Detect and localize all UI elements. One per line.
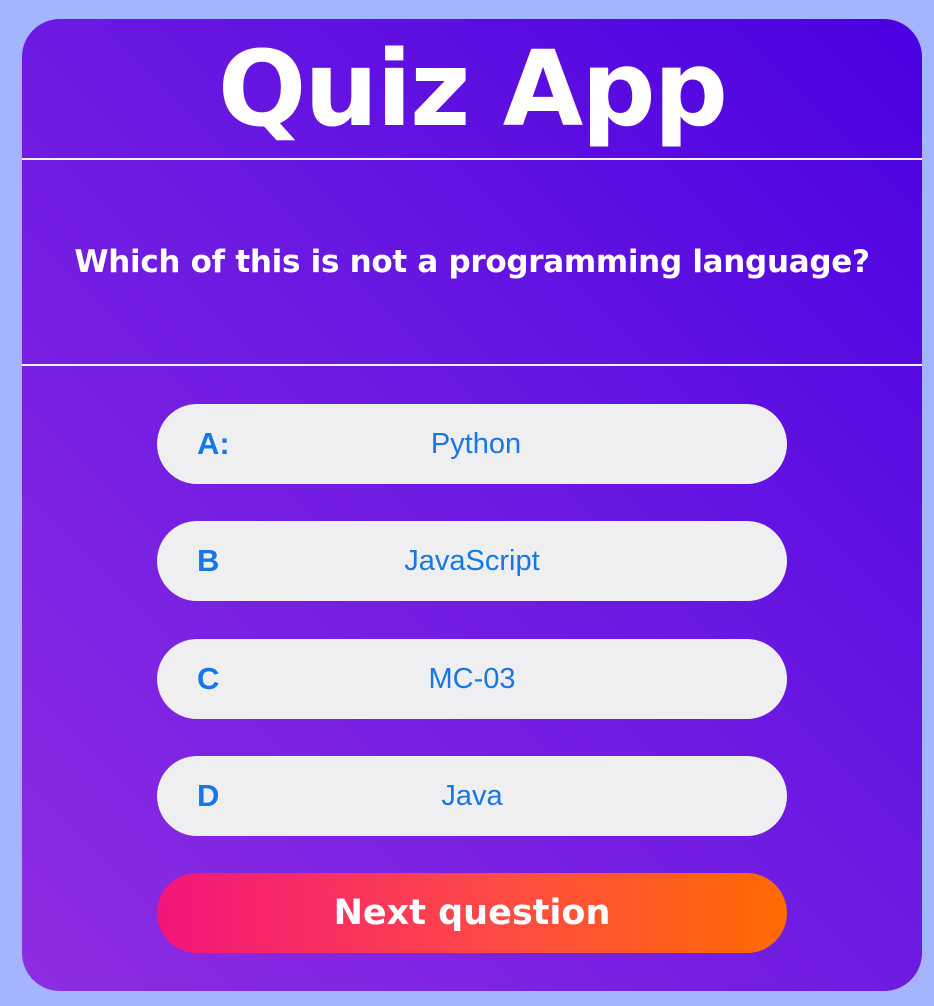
answer-option-letter: D xyxy=(197,778,220,813)
answer-option-label: Python xyxy=(430,428,522,460)
next-question-button[interactable]: Next question xyxy=(157,873,787,953)
answer-option-b[interactable]: JavaScript B xyxy=(157,521,787,601)
answer-option-d[interactable]: Java D xyxy=(157,756,787,836)
question-text: Which of this is not a programming langu… xyxy=(74,244,870,280)
answer-option-c[interactable]: MC-03 C xyxy=(157,639,787,719)
answer-option-label: MC-03 xyxy=(428,663,516,695)
answer-option-letter: A: xyxy=(197,426,230,461)
answer-option-letter: B xyxy=(197,543,220,578)
answer-option-a[interactable]: Python A: xyxy=(157,404,787,484)
quiz-card: Quiz App Which of this is not a programm… xyxy=(22,19,922,991)
answer-option-letter: C xyxy=(197,661,220,696)
app-title: Quiz App xyxy=(217,28,728,150)
question-divider xyxy=(22,364,922,366)
answer-option-label: Java xyxy=(441,780,503,812)
answer-option-label: JavaScript xyxy=(404,545,540,577)
